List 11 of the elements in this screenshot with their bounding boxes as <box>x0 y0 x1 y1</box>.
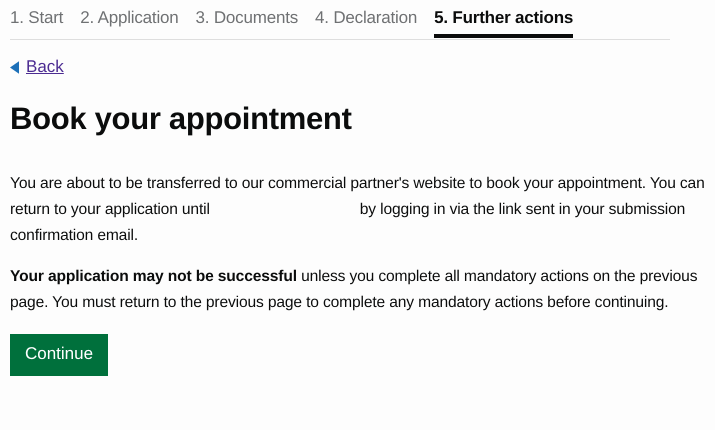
body-text: You are about to be transferred to our commercial partner's website to book your appointment. You can return to your application until by logging in via the link sent in your submission confirmation email. <box>10 174 706 246</box>
back-arrow-icon[interactable] <box>10 60 19 74</box>
step-tab[interactable]: 3. Documents <box>196 8 298 34</box>
step-tab[interactable]: 4. Declaration <box>315 8 418 34</box>
step-tab[interactable]: 2. Application <box>80 8 179 34</box>
step-tab[interactable]: 1. Start <box>10 8 64 34</box>
continue-button[interactable]: Continue <box>10 334 108 376</box>
body-text: Your application may not be successful unless you complete all mandatory actions on the previous page. You must return to the previous page to complete any mandatory actions before continuing. <box>10 267 698 313</box>
step-tab[interactable]: 5. Further actions <box>434 8 574 38</box>
page-heading: Book your appointment <box>10 100 353 138</box>
back-link[interactable]: Back <box>26 57 64 77</box>
